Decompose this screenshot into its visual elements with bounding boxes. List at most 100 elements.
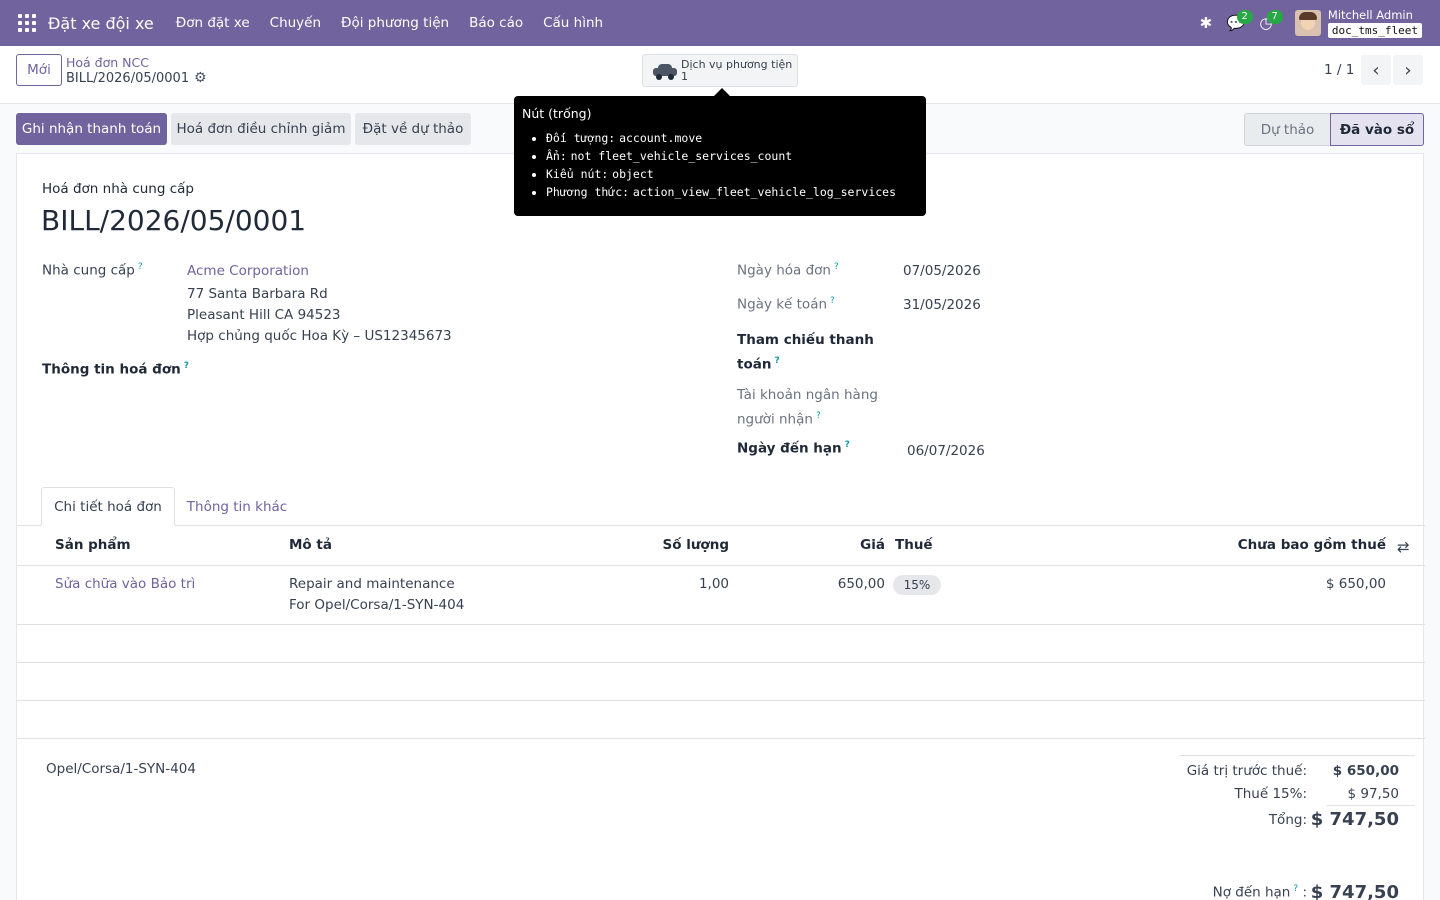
totals-top-divider bbox=[1179, 755, 1415, 756]
page-title: BILL/2026/05/0001 bbox=[41, 204, 307, 237]
database-name: doc_tms_fleet bbox=[1327, 22, 1422, 38]
help-icon[interactable]: ? bbox=[184, 361, 189, 371]
tooltip-item: Ẩn: not fleet_vehicle_services_count bbox=[546, 147, 918, 165]
new-button[interactable]: Mới bbox=[16, 54, 62, 86]
pager-value[interactable]: 1 / 1 bbox=[1324, 62, 1354, 78]
help-icon[interactable]: ? bbox=[834, 262, 839, 272]
tax-value: $ 97,50 bbox=[1347, 786, 1399, 802]
recipient-bank-label: Tài khoản ngân hàng người nhận? bbox=[737, 387, 878, 428]
amount-due-label: Nợ đến hạn? : bbox=[1212, 884, 1307, 900]
vendor-address-line: Hợp chủng quốc Hoa Kỳ – US12345673 bbox=[187, 328, 452, 344]
debug-tooltip: Nút (trống) Đối tượng: account.move Ẩn: … bbox=[514, 88, 926, 216]
row-divider bbox=[17, 700, 1425, 701]
pager-previous-button[interactable]: ‹ bbox=[1361, 55, 1391, 85]
breadcrumb-current: BILL/2026/05/0001 bbox=[66, 71, 190, 86]
line-description[interactable]: For Opel/Corsa/1-SYN-404 bbox=[289, 597, 464, 613]
move-type: Hoá đơn nhà cung cấp bbox=[42, 181, 194, 197]
user-menu[interactable]: Mitchell Admin doc_tms_fleet bbox=[1327, 7, 1422, 38]
help-icon[interactable]: ? bbox=[830, 296, 835, 306]
row-divider bbox=[17, 624, 1425, 625]
menu-item-bookings[interactable]: Đơn đặt xe bbox=[166, 15, 260, 31]
line-description[interactable]: Repair and maintenance bbox=[289, 576, 455, 592]
car-icon bbox=[653, 63, 677, 80]
vendor-address-line: 77 Santa Barbara Rd bbox=[187, 286, 328, 302]
tooltip-title: Nút (trống) bbox=[522, 106, 592, 121]
help-icon[interactable]: ? bbox=[816, 411, 821, 421]
app-name[interactable]: Đặt xe đội xe bbox=[48, 14, 154, 33]
form-sheet: Hoá đơn nhà cung cấp BILL/2026/05/0001 N… bbox=[16, 153, 1425, 900]
accounting-date-label: Ngày kế toán? bbox=[737, 296, 835, 313]
gear-icon[interactable]: ⚙ bbox=[194, 70, 207, 86]
invoice-date-label: Ngày hóa đơn? bbox=[737, 262, 839, 279]
menu-item-config[interactable]: Cấu hình bbox=[533, 15, 613, 31]
column-header-quantity[interactable]: Số lượng bbox=[629, 537, 730, 553]
tab-invoice-lines[interactable]: Chi tiết hoá đơn bbox=[41, 487, 175, 526]
column-header-description[interactable]: Mô tả bbox=[289, 537, 332, 553]
debug-bug-icon[interactable]: ✱ bbox=[1191, 0, 1221, 46]
smart-button-label: Dịch vụ phương tiện bbox=[681, 57, 793, 71]
row-divider bbox=[17, 662, 1425, 663]
breadcrumb-parent[interactable]: Hoá đơn NCC bbox=[66, 55, 149, 70]
register-payment-button[interactable]: Ghi nhận thanh toán bbox=[16, 113, 167, 145]
avatar[interactable] bbox=[1294, 10, 1321, 36]
help-icon[interactable]: ? bbox=[138, 262, 143, 272]
status-posted[interactable]: Đã vào sổ bbox=[1330, 113, 1424, 146]
row-divider bbox=[17, 738, 1425, 739]
user-name: Mitchell Admin bbox=[1327, 7, 1413, 22]
vendor-address-line: Pleasant Hill CA 94523 bbox=[187, 307, 341, 323]
vendor-label: Nhà cung cấp? bbox=[42, 262, 143, 279]
due-date-field[interactable]: 06/07/2026 bbox=[907, 443, 985, 459]
activities-badge: 7 bbox=[1266, 10, 1283, 24]
payment-reference-label: Tham chiếu thanh toán? bbox=[737, 332, 874, 373]
line-product[interactable]: Sửa chữa vào Bảo trì bbox=[55, 576, 195, 592]
top-navbar: Đặt xe đội xe Đơn đặt xe Chuyến Đội phươ… bbox=[0, 0, 1440, 46]
smart-button-count: 1 bbox=[681, 69, 688, 83]
untaxed-value: $ 650,00 bbox=[1332, 763, 1399, 779]
optional-columns-icon[interactable]: ⇄ bbox=[1397, 538, 1410, 556]
column-header-taxes[interactable]: Thuế bbox=[895, 537, 933, 553]
invoice-date-field[interactable]: 07/05/2026 bbox=[903, 263, 981, 279]
total-value: $ 747,50 bbox=[1310, 809, 1399, 830]
credit-note-button[interactable]: Hoá đơn điều chỉnh giảm bbox=[171, 113, 351, 145]
tooltip-item: Kiểu nút: object bbox=[546, 165, 918, 183]
messages-icon[interactable]: 💬 2 bbox=[1221, 0, 1253, 46]
tab-other-info[interactable]: Thông tin khác bbox=[175, 487, 299, 526]
help-icon[interactable]: ? bbox=[774, 356, 779, 366]
amount-due-value: $ 747,50 bbox=[1310, 882, 1399, 900]
narration[interactable]: Opel/Corsa/1-SYN-404 bbox=[46, 761, 196, 777]
chevron-right-icon: › bbox=[1404, 59, 1412, 81]
help-icon[interactable]: ? bbox=[845, 440, 850, 450]
untaxed-label: Giá trị trước thuế: bbox=[1186, 763, 1307, 779]
vendor-link[interactable]: Acme Corporation bbox=[187, 263, 309, 279]
chevron-left-icon: ‹ bbox=[1372, 59, 1380, 81]
status-draft[interactable]: Dự thảo bbox=[1244, 113, 1330, 146]
line-price[interactable]: 650,00 bbox=[785, 576, 885, 592]
main-menu: Đơn đặt xe Chuyến Đội phương tiện Báo cá… bbox=[166, 15, 613, 31]
tooltip-list: Đối tượng: account.move Ẩn: not fleet_ve… bbox=[522, 129, 918, 201]
line-quantity[interactable]: 1,00 bbox=[629, 576, 729, 592]
tooltip-item: Phương thức: action_view_fleet_vehicle_l… bbox=[546, 183, 918, 201]
activities-icon[interactable]: ◷ 7 bbox=[1251, 0, 1283, 46]
column-header-product[interactable]: Sản phẩm bbox=[55, 537, 131, 553]
bill-info-label: Thông tin hoá đơn? bbox=[42, 361, 189, 378]
menu-item-fleet[interactable]: Đội phương tiện bbox=[331, 15, 459, 31]
tax-tag[interactable]: 15% bbox=[893, 575, 941, 595]
tax-label: Thuế 15%: bbox=[1234, 786, 1307, 802]
header-divider bbox=[17, 565, 1425, 566]
tooltip-item: Đối tượng: account.move bbox=[546, 129, 918, 147]
totals-divider bbox=[1327, 805, 1415, 806]
app-menu-icon[interactable] bbox=[18, 14, 36, 32]
total-label: Tổng: bbox=[1268, 812, 1307, 828]
menu-item-reports[interactable]: Báo cáo bbox=[459, 15, 533, 31]
pager-next-button[interactable]: › bbox=[1393, 55, 1423, 85]
vehicle-services-smart-button[interactable]: Dịch vụ phương tiện 1 bbox=[642, 54, 798, 87]
systray: ✱ 💬 2 ◷ 7 Mitchell Admin doc_tms_fleet bbox=[1191, 0, 1422, 46]
line-subtotal: $ 650,00 bbox=[1325, 576, 1386, 592]
column-header-subtotal[interactable]: Chưa bao gồm thuế bbox=[1186, 537, 1386, 553]
column-header-price[interactable]: Giá bbox=[785, 537, 885, 553]
reset-to-draft-button[interactable]: Đặt về dự thảo bbox=[355, 113, 471, 145]
due-date-label: Ngày đến hạn? bbox=[737, 440, 850, 457]
statusbar: Dự thảo Đã vào sổ bbox=[1244, 113, 1424, 146]
accounting-date-field[interactable]: 31/05/2026 bbox=[903, 297, 981, 313]
menu-item-trips[interactable]: Chuyến bbox=[260, 15, 331, 31]
